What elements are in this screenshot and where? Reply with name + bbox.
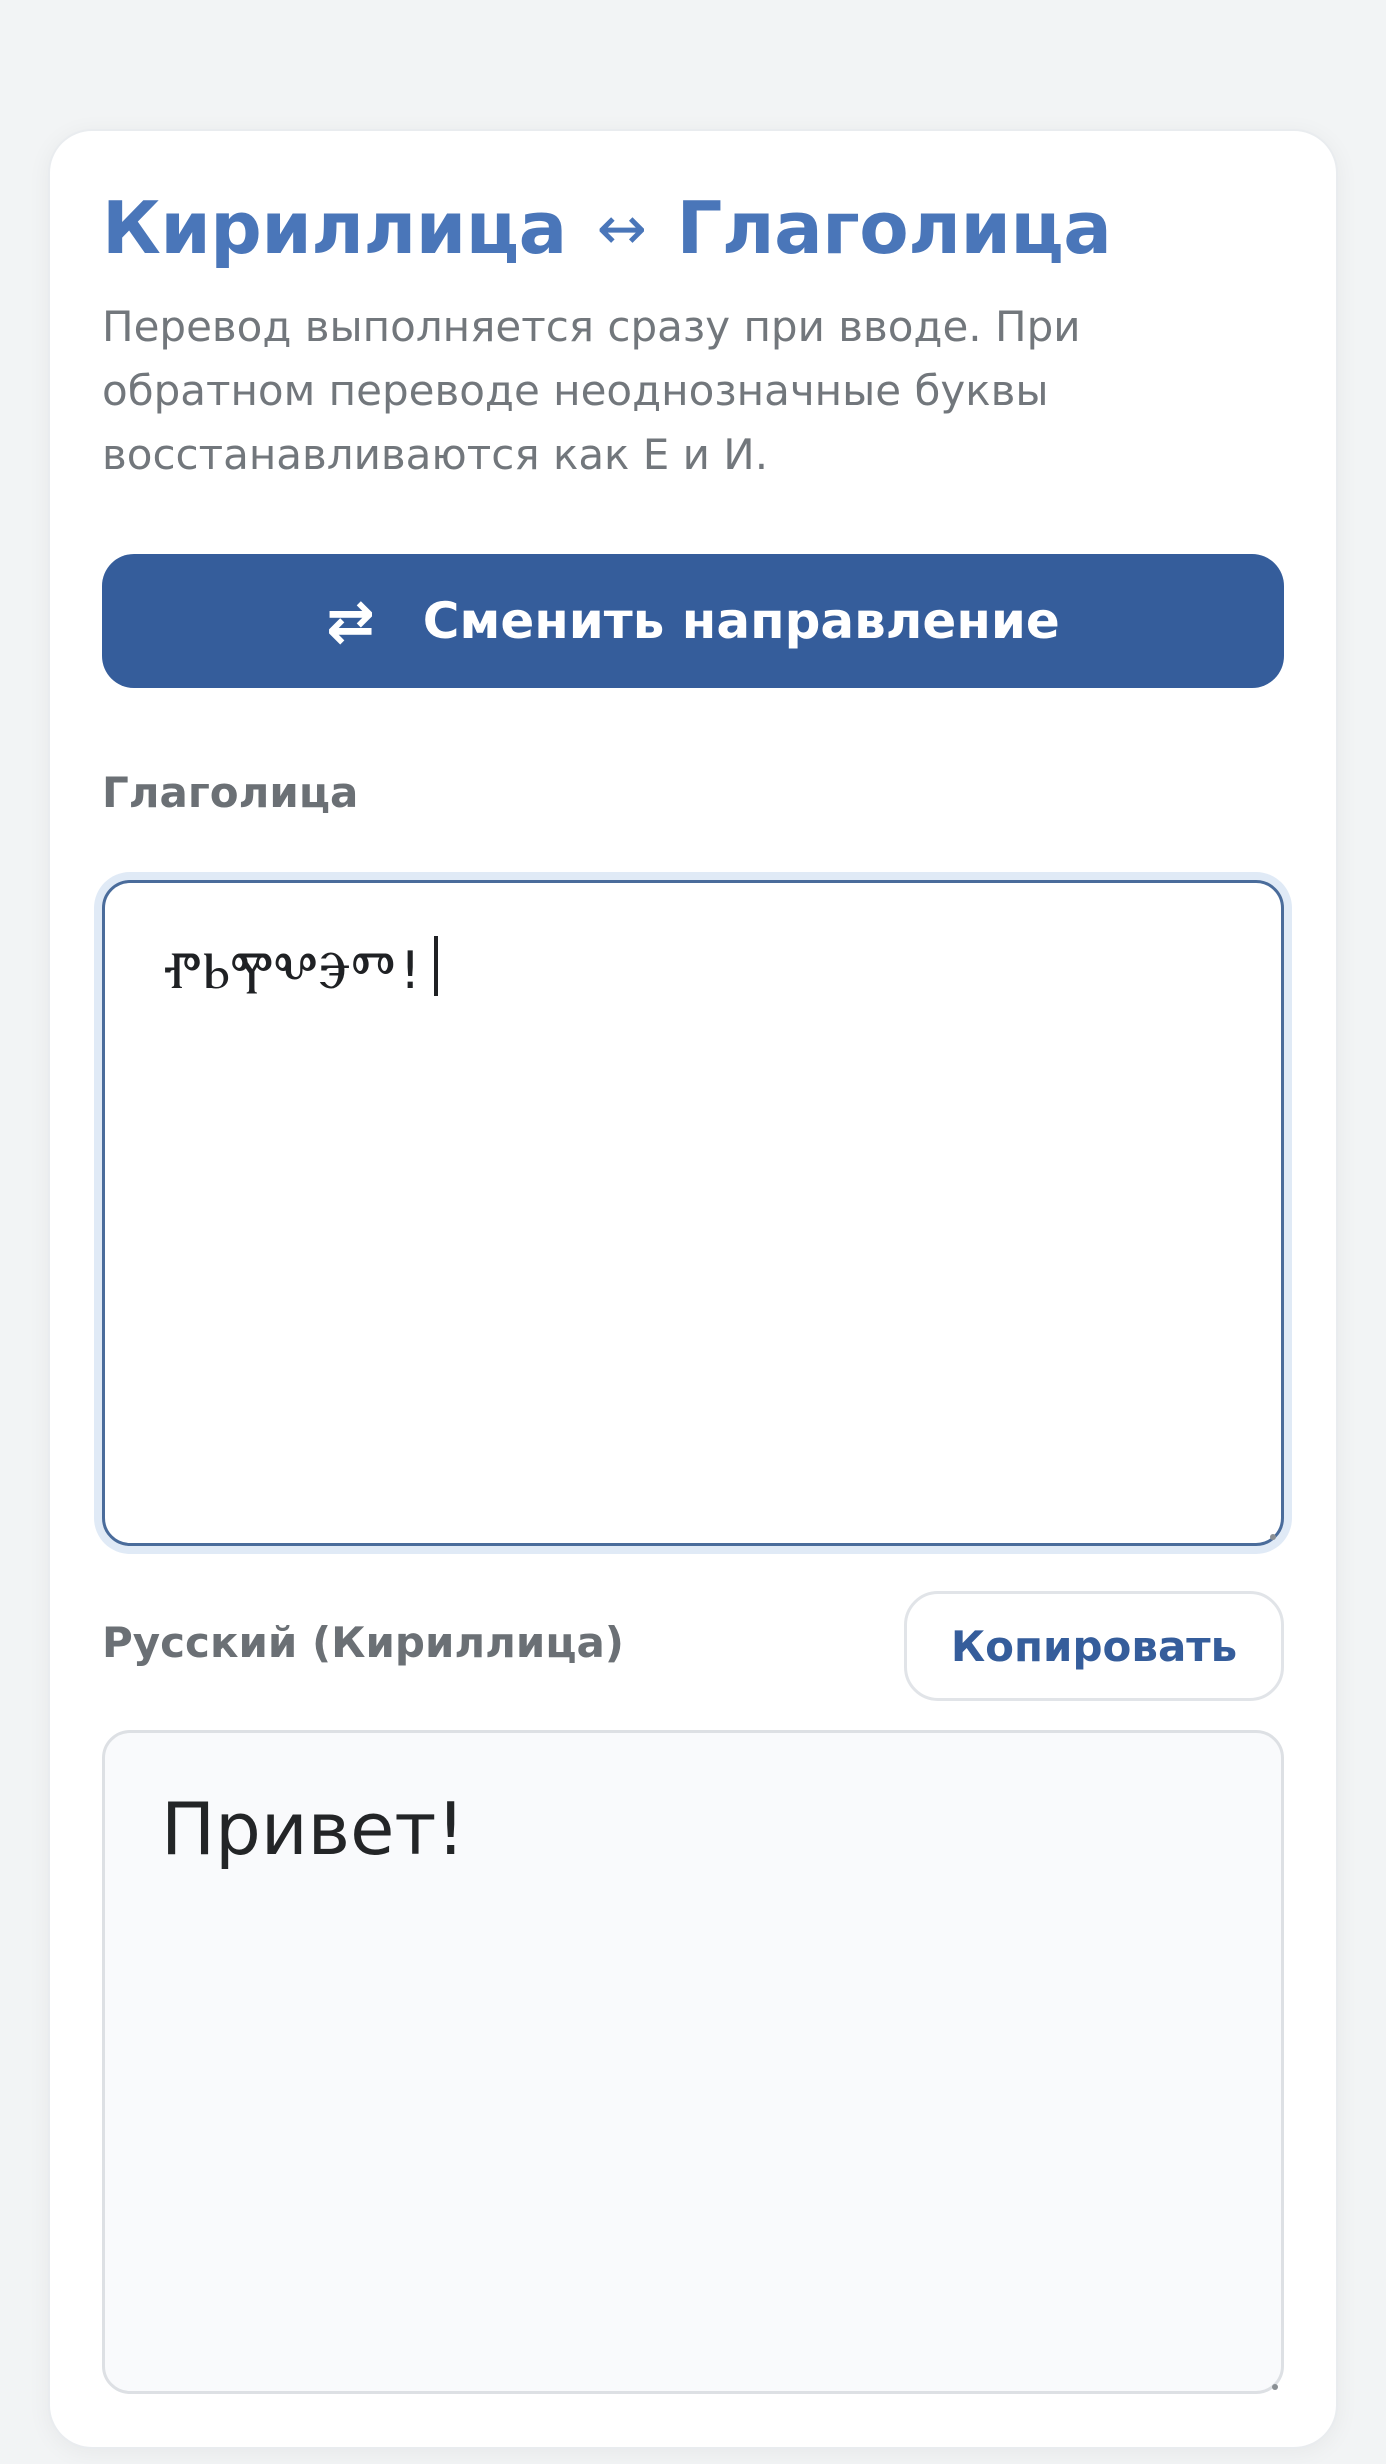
source-label: Глаголица [102,768,359,817]
target-label: Русский (Кириллица) [102,1618,625,1667]
resize-handle-icon[interactable] [1272,2384,1278,2390]
title-left: Кириллица [102,186,567,270]
title-right: Глаголица [676,186,1112,270]
page-title: Кириллица ↔ Глаголица [102,178,1112,279]
copy-button[interactable]: Копировать [904,1591,1284,1701]
target-output[interactable]: Привет! [102,1730,1284,2394]
target-output-text: Привет! [161,1787,466,1871]
swap-arrows-icon: ⇄ [326,587,375,655]
source-input[interactable]: ⰒⰓⰉⰂⰅⰕ! [102,880,1284,1546]
source-input-text: ⰒⰓⰉⰂⰅⰕ! [163,941,426,1001]
swap-direction-label: Сменить направление [422,592,1060,650]
resize-handle-icon[interactable] [1270,1534,1276,1540]
swap-direction-button[interactable]: ⇄ Сменить направление [102,554,1284,688]
text-caret [433,936,438,996]
description-text: Перевод выполняется сразу при вводе. При… [102,302,1081,479]
bidirectional-arrow-icon: ↔ [596,194,647,264]
